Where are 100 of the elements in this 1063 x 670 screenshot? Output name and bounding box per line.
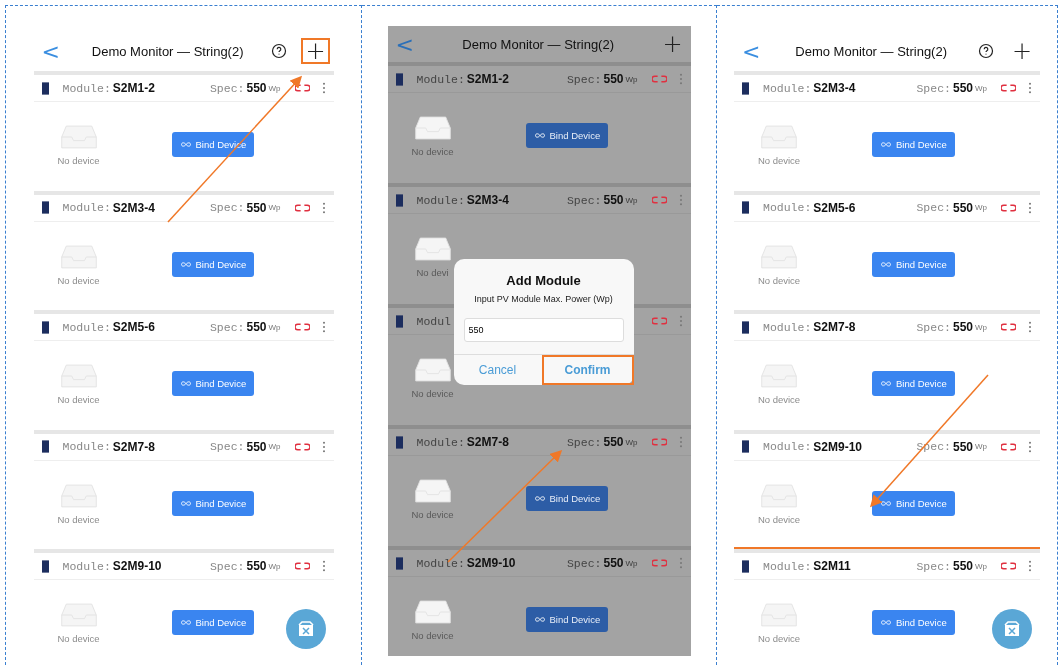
more-icon[interactable] — [321, 321, 326, 333]
add-button[interactable]: + — [1007, 38, 1036, 64]
help-icon[interactable] — [977, 43, 994, 59]
module-name: S2M3-4 — [112, 200, 155, 215]
solar-panel-icon — [742, 81, 749, 95]
add-button[interactable]: + — [301, 38, 330, 64]
spec-label: Spec: — [916, 320, 951, 334]
bind-device-button[interactable]: Bind Device — [872, 610, 955, 635]
screen-title: Demo Monitor — String(2) — [794, 43, 948, 59]
help-icon[interactable] — [271, 43, 288, 59]
spec-value: 550 — [952, 81, 973, 95]
unlink-icon[interactable] — [294, 561, 310, 571]
module-name: S2M11 — [813, 559, 851, 573]
toolbox-icon — [1002, 619, 1022, 639]
unlink-icon[interactable] — [294, 83, 310, 93]
confirm-button[interactable]: Confirm — [541, 355, 634, 385]
no-device-text: No device — [57, 513, 100, 525]
spec-value: 550 — [952, 200, 973, 215]
spec-value: 550 — [246, 439, 267, 454]
unlink-icon[interactable] — [1001, 561, 1016, 571]
unlink-icon[interactable] — [294, 202, 310, 213]
floating-action-button[interactable] — [285, 609, 326, 649]
dialog-title: Add Module — [506, 273, 581, 288]
cancel-button[interactable]: Cancel — [453, 355, 542, 385]
power-input-field[interactable]: 550 — [463, 318, 624, 342]
back-button[interactable]: < — [37, 38, 64, 64]
spec-unit: Wp — [975, 442, 987, 451]
spec-label: Spec: — [566, 72, 602, 86]
bind-device-button[interactable]: Bind Device — [171, 251, 255, 277]
add-button[interactable]: + — [658, 31, 687, 57]
link-icon — [533, 495, 546, 502]
link-icon — [880, 141, 892, 148]
spec-label: Spec: — [209, 440, 245, 453]
spec-value: 550 — [246, 320, 267, 334]
module-label: Module: — [763, 81, 812, 95]
module-label: Module: — [62, 559, 111, 573]
spec-label: Spec: — [209, 559, 245, 573]
module-name: S2M9-10 — [112, 559, 162, 573]
solar-panel-icon — [41, 440, 49, 453]
link-icon — [179, 499, 192, 507]
spec-unit: Wp — [625, 195, 638, 205]
more-icon[interactable] — [321, 201, 326, 214]
spec-label: Spec: — [916, 201, 951, 214]
back-button[interactable]: < — [391, 31, 418, 57]
spec-value: 550 — [603, 72, 624, 86]
module-label: Module: — [763, 559, 812, 573]
bind-device-button[interactable]: Bind Device — [525, 486, 609, 511]
unlink-icon[interactable] — [294, 441, 310, 452]
unlink-icon[interactable] — [1001, 202, 1016, 213]
bind-device-button[interactable]: Bind Device — [171, 610, 255, 635]
empty-box-icon — [759, 481, 799, 510]
module-name: S2M3-4 — [466, 193, 509, 207]
module-label: Module: — [763, 201, 812, 214]
bind-device-button[interactable]: Bind Device — [525, 123, 609, 148]
more-icon[interactable] — [321, 440, 326, 453]
bind-device-button[interactable]: Bind Device — [872, 251, 955, 277]
solar-panel-icon — [41, 201, 49, 214]
more-icon[interactable] — [321, 560, 326, 572]
empty-box-icon — [759, 601, 799, 629]
unlink-icon[interactable] — [1001, 83, 1016, 93]
more-icon[interactable] — [321, 82, 326, 94]
no-device-text: No device — [411, 630, 454, 641]
bind-device-button[interactable]: Bind Device — [872, 490, 955, 516]
floating-action-button[interactable] — [992, 609, 1032, 649]
empty-box-icon — [58, 481, 99, 510]
spec-label: Spec: — [209, 201, 245, 214]
solar-panel-icon — [41, 320, 49, 334]
solar-panel-icon — [41, 81, 49, 95]
solar-panel-icon — [742, 201, 749, 214]
bind-device-button[interactable]: Bind Device — [525, 607, 609, 632]
unlink-icon[interactable] — [1001, 322, 1016, 332]
unlink-icon[interactable] — [294, 322, 310, 332]
bind-device-button[interactable]: Bind Device — [872, 132, 955, 157]
no-device-text: No device — [757, 394, 801, 405]
spec-unit: Wp — [975, 322, 987, 332]
empty-box-icon — [58, 601, 99, 629]
module-name: S2M9-10 — [813, 439, 862, 454]
bind-device-button[interactable]: Bind Device — [171, 371, 255, 396]
more-icon[interactable] — [1028, 82, 1032, 94]
module-name: S2M1-2 — [466, 72, 509, 86]
link-icon — [533, 616, 546, 623]
spec-value: 550 — [603, 435, 624, 449]
spec-label: Spec: — [566, 556, 602, 570]
spec-value: 550 — [952, 320, 973, 334]
more-icon[interactable] — [1028, 321, 1032, 333]
bind-device-button[interactable]: Bind Device — [872, 371, 955, 396]
spec-unit: Wp — [268, 83, 281, 93]
spec-label: Spec: — [916, 559, 951, 573]
more-icon[interactable] — [1028, 201, 1032, 214]
module-label: Module: — [416, 556, 465, 570]
screen-title: Demo Monitor — String(2) — [90, 43, 245, 59]
spec-value: 550 — [603, 556, 624, 570]
back-button[interactable]: < — [738, 38, 765, 64]
empty-box-icon — [759, 362, 799, 390]
spec-value: 550 — [952, 439, 973, 454]
more-icon[interactable] — [1028, 560, 1032, 572]
bind-device-button[interactable]: Bind Device — [171, 490, 255, 516]
more-icon[interactable] — [1028, 440, 1032, 453]
empty-box-icon — [58, 123, 99, 151]
unlink-icon[interactable] — [1001, 441, 1016, 452]
